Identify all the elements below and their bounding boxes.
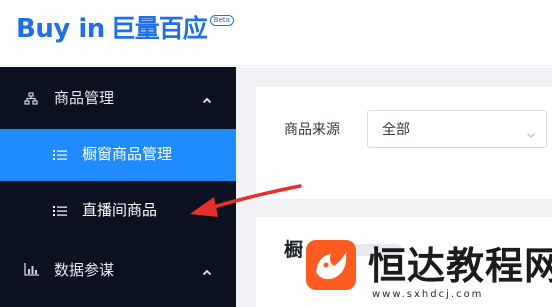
sidebar-group-product-management[interactable]: 商品管理 xyxy=(0,67,236,129)
top-header: Buy in 巨量百应 Beta xyxy=(0,0,552,66)
sidebar-group-data-advisor[interactable]: 数据参谋 xyxy=(0,239,236,301)
list-icon xyxy=(53,203,67,217)
sitemap-icon xyxy=(24,92,38,106)
sidebar-item-label: 直播间商品 xyxy=(82,201,158,219)
watermark-logo xyxy=(306,240,356,290)
sidebar-item-window-products[interactable]: 橱窗商品管理 xyxy=(0,129,236,181)
page: Buy in 巨量百应 Beta 商品管理 橱窗商品管理 直播间商品 数据参谋 … xyxy=(0,0,552,307)
chevron-down-icon xyxy=(526,125,536,138)
select-value: 全部 xyxy=(382,122,410,138)
list-icon xyxy=(53,147,67,161)
watermark-url: www.sxhdcj.com xyxy=(372,289,484,300)
sidebar-item-label: 橱窗商品管理 xyxy=(82,145,173,163)
bar-chart-icon xyxy=(24,261,40,277)
sidebar-group-label: 商品管理 xyxy=(54,89,115,107)
product-source-label: 商品来源 xyxy=(284,122,340,138)
brand-name-cn: 巨量百应 xyxy=(110,14,208,43)
sidebar-item-live-room-products[interactable]: 直播间商品 xyxy=(0,185,236,237)
chevron-up-icon xyxy=(202,91,212,104)
sidebar: 商品管理 橱窗商品管理 直播间商品 数据参谋 xyxy=(0,67,236,307)
brand-name-en: Buy in xyxy=(16,14,105,44)
watermark-text: 恒达教程网 xyxy=(368,244,552,288)
product-source-select[interactable]: 全部 xyxy=(367,110,547,148)
beta-badge: Beta xyxy=(209,15,234,26)
brand-logo[interactable]: Buy in 巨量百应 Beta xyxy=(16,14,234,44)
chevron-up-icon xyxy=(202,263,212,276)
section-title: 橱 xyxy=(284,239,304,261)
sidebar-group-label: 数据参谋 xyxy=(54,261,115,279)
